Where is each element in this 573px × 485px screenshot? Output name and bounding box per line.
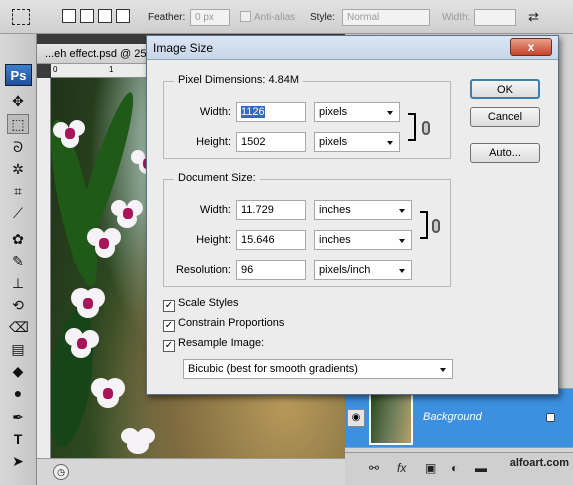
path-selection-icon[interactable]: ➤ — [9, 452, 27, 470]
link-layers-icon[interactable]: ⚯ — [369, 461, 379, 475]
orchid-flower — [111, 198, 145, 228]
move-tool-icon[interactable]: ✥ — [9, 92, 27, 110]
width-label: Width: — [442, 12, 471, 23]
feather-input[interactable]: 0 px — [190, 9, 230, 26]
document-status-bar: ◷ — [37, 458, 345, 485]
orchid-flower — [91, 378, 125, 408]
tools-panel: Ps ✥ ⬚ ᘐ ✲ ⌗ ⟋ ✿ ✎ ⊥ ⟲ ⌫ ▤ ◆ ● ✒ T ➤ — [0, 34, 37, 485]
rect-marquee-icon[interactable] — [12, 9, 30, 25]
scale-styles-row[interactable]: ✓ Scale Styles — [163, 297, 239, 313]
pixel-dimensions-size: 4.84M — [268, 74, 300, 86]
orchid-flower — [121, 428, 155, 458]
ruler-mark-0: 0 — [53, 65, 58, 74]
doc-height-input[interactable]: 15.646 — [236, 230, 306, 250]
orchid-flower — [71, 288, 105, 318]
ok-button[interactable]: OK — [470, 79, 540, 99]
constrain-proportions-label: Constrain Proportions — [178, 317, 285, 329]
folder-icon[interactable]: ▬ — [475, 461, 487, 475]
doc-height-label: Height: — [196, 234, 231, 246]
pixel-width-label: Width: — [199, 106, 231, 118]
layer-name[interactable]: Background — [423, 411, 482, 423]
anti-alias-label: Anti-alias — [254, 12, 296, 23]
pixel-link-bracket — [408, 113, 416, 141]
auto-button[interactable]: Auto... — [470, 143, 540, 163]
pixel-dimensions-legend: Pixel Dimensions: 4.84M — [174, 74, 304, 86]
options-bar: Feather: 0 px Anti-alias Style: Normal W… — [0, 0, 573, 34]
resample-image-row[interactable]: ✓ Resample Image: — [163, 337, 264, 353]
subtract-selection-icon[interactable] — [98, 9, 112, 23]
brush-tool-icon[interactable]: ✎ — [9, 252, 27, 270]
add-selection-icon[interactable] — [80, 9, 94, 23]
chain-link-icon — [422, 121, 430, 135]
layers-bottom-bar: ⚯ fx ▣ ◐ ▬ alfoart.com — [345, 452, 573, 485]
resample-image-label: Resample Image: — [178, 337, 265, 349]
pixel-width-unit-select[interactable]: pixels — [314, 102, 400, 122]
watermark: alfoart.com — [509, 457, 569, 469]
dodge-tool-icon[interactable]: ● — [9, 384, 27, 402]
marquee-tool-icon[interactable]: ⬚ — [7, 114, 29, 134]
pixel-height-unit-select[interactable]: pixels — [314, 132, 400, 152]
lock-icon — [546, 413, 555, 422]
orchid-flower — [87, 228, 121, 258]
chain-link-icon — [432, 219, 440, 233]
eyedropper-icon[interactable]: ⟋ — [9, 204, 27, 222]
width-input[interactable] — [474, 9, 516, 26]
dialog-titlebar: Image Size x — [147, 36, 558, 60]
document-size-legend: Document Size: — [174, 172, 260, 184]
layer-thumbnail — [369, 393, 413, 445]
ruler-mark-1: 1 — [109, 65, 114, 74]
history-brush-icon[interactable]: ⟲ — [9, 296, 27, 314]
crop-tool-icon[interactable]: ⌗ — [9, 182, 27, 200]
eraser-icon[interactable]: ⌫ — [9, 318, 29, 336]
swap-icon[interactable]: ⇄ — [528, 9, 539, 25]
cancel-button[interactable]: Cancel — [470, 107, 540, 127]
intersect-selection-icon[interactable] — [116, 9, 130, 23]
constrain-proportions-row[interactable]: ✓ Constrain Proportions — [163, 317, 284, 333]
close-button[interactable]: x — [510, 38, 552, 56]
resolution-unit-select[interactable]: pixels/inch — [314, 260, 412, 280]
layer-style-icon[interactable]: fx — [397, 461, 406, 475]
magic-wand-icon[interactable]: ✲ — [9, 160, 27, 178]
vertical-ruler — [37, 78, 51, 458]
gradient-tool-icon[interactable]: ▤ — [9, 340, 27, 358]
new-selection-icon[interactable] — [62, 9, 76, 23]
resample-image-checkbox[interactable]: ✓ — [163, 340, 175, 352]
pixel-height-label: Height: — [196, 136, 231, 148]
doc-height-unit-select[interactable]: inches — [314, 230, 412, 250]
lasso-tool-icon[interactable]: ᘐ — [9, 138, 27, 156]
feather-label: Feather: — [148, 12, 186, 23]
style-label: Style: — [310, 12, 336, 23]
doc-width-label: Width: — [199, 204, 231, 216]
photoshop-logo: Ps — [5, 64, 32, 86]
scale-styles-label: Scale Styles — [178, 297, 239, 309]
resolution-input[interactable]: 96 — [236, 260, 306, 280]
dialog-title: Image Size — [153, 41, 214, 55]
type-tool-icon[interactable]: T — [9, 430, 27, 448]
constrain-proportions-checkbox[interactable]: ✓ — [163, 320, 175, 332]
adjustment-layer-icon[interactable]: ◐ — [451, 461, 458, 475]
scale-styles-checkbox[interactable]: ✓ — [163, 300, 175, 312]
anti-alias-checkbox[interactable] — [240, 11, 251, 22]
pen-tool-icon[interactable]: ✒ — [9, 408, 27, 426]
doc-width-input[interactable]: 11.729 — [236, 200, 306, 220]
status-menu-icon[interactable]: ◷ — [53, 464, 69, 480]
clone-stamp-icon[interactable]: ⊥ — [9, 274, 27, 292]
doc-width-unit-select[interactable]: inches — [314, 200, 412, 220]
healing-brush-icon[interactable]: ✿ — [9, 230, 27, 248]
image-size-dialog: Image Size x Pixel Dimensions: 4.84M Wid… — [146, 35, 559, 395]
doc-link-bracket — [420, 211, 428, 239]
orchid-flower — [53, 118, 87, 148]
resolution-label: Resolution: — [175, 264, 231, 276]
resample-method-select[interactable]: Bicubic (best for smooth gradients) — [183, 359, 453, 379]
blur-tool-icon[interactable]: ◆ — [9, 362, 27, 380]
layer-row-background[interactable]: ◉ Background — [345, 388, 573, 448]
orchid-flower — [65, 328, 99, 358]
add-mask-icon[interactable]: ▣ — [425, 461, 436, 475]
visibility-eye-icon[interactable]: ◉ — [347, 409, 365, 427]
pixel-width-input[interactable]: 1126 — [236, 102, 306, 122]
style-select[interactable]: Normal — [342, 9, 430, 26]
pixel-height-input[interactable]: 1502 — [236, 132, 306, 152]
